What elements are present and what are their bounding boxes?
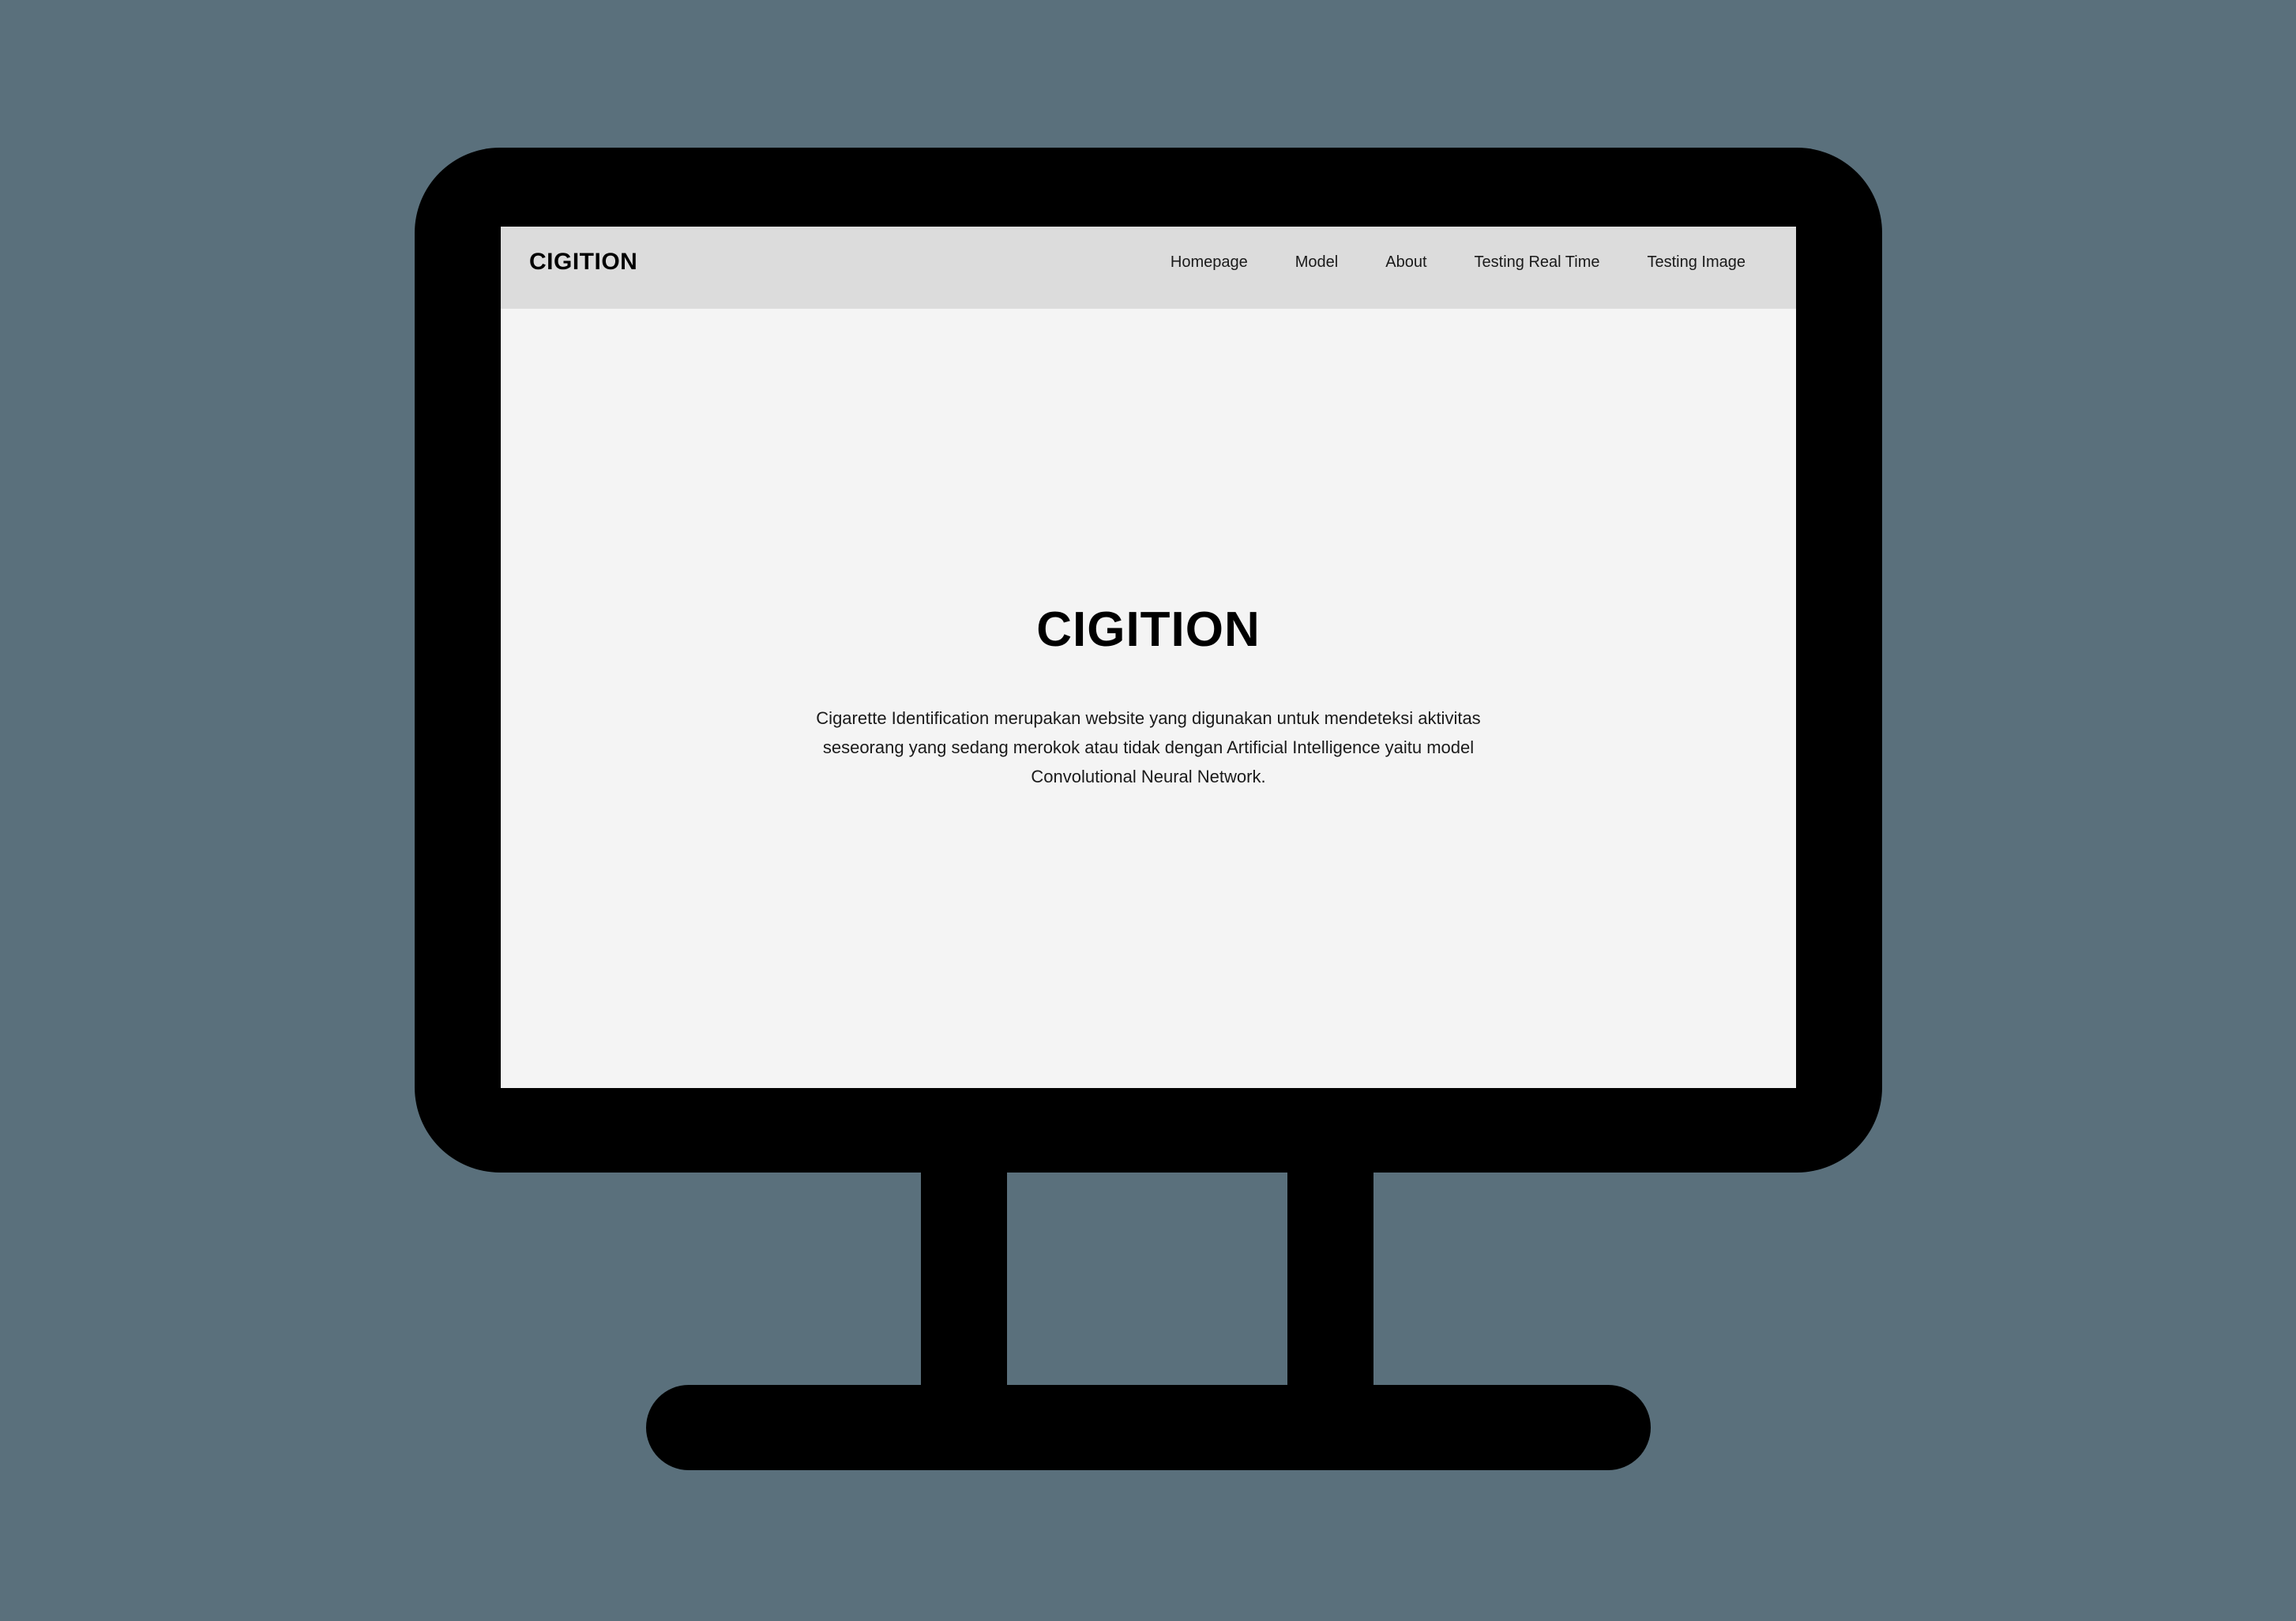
nav-link-about[interactable]: About xyxy=(1385,254,1426,270)
nav-link-homepage[interactable]: Homepage xyxy=(1171,254,1248,270)
nav-link-model[interactable]: Model xyxy=(1295,254,1338,270)
nav-link-testing-real-time[interactable]: Testing Real Time xyxy=(1475,254,1600,270)
nav-link-testing-image[interactable]: Testing Image xyxy=(1647,254,1745,270)
nav-links: Homepage Model About Testing Real Time T… xyxy=(1123,254,1745,270)
brand-logo[interactable]: CIGITION xyxy=(529,250,637,274)
navbar: CIGITION Homepage Model About Testing Re… xyxy=(501,227,1796,309)
website-screen: CIGITION Homepage Model About Testing Re… xyxy=(501,227,1796,1088)
monitor-stand-base xyxy=(646,1385,1651,1470)
hero-title: CIGITION xyxy=(1036,602,1261,657)
monitor-stand-left-leg xyxy=(921,1169,1007,1390)
hero-section: CIGITION Cigarette Identification merupa… xyxy=(501,606,1796,791)
monitor-stand-right-leg xyxy=(1287,1169,1373,1390)
hero-description: Cigarette Identification merupakan websi… xyxy=(816,708,1481,786)
